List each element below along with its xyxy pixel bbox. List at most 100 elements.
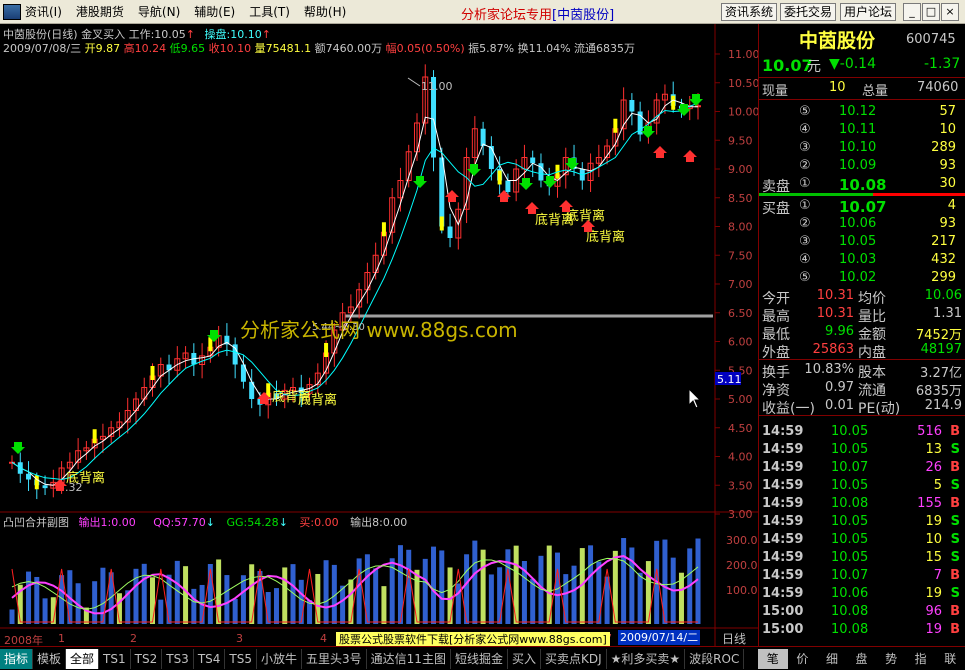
quote-tab[interactable]: 笔: [758, 648, 788, 669]
stat-label: 内盘: [858, 345, 886, 361]
indicator-tab[interactable]: 全部: [66, 648, 100, 669]
menu-item-hk-futures[interactable]: 港股期货: [76, 3, 124, 20]
stat-label: PE(动): [858, 401, 901, 417]
volume-bar: [298, 579, 304, 624]
ask-level: ③: [799, 140, 811, 155]
forum-button[interactable]: 用户论坛: [840, 3, 897, 21]
promo-link[interactable]: 股票公式股票软件下载[分析家公式网www.88gs.com]: [336, 632, 610, 647]
menu-item-assist[interactable]: 辅助(E): [194, 3, 235, 20]
indicator-tab[interactable]: 五里头3号: [302, 648, 367, 669]
sub-output8: 输出8:0.00: [350, 516, 408, 529]
tick-vol: 516: [917, 424, 942, 439]
tick-vol: 7: [933, 568, 942, 583]
volume-bar: [249, 564, 255, 624]
stock-name: 中茵股份: [799, 30, 876, 52]
chart-volume: 量75481.1: [254, 42, 312, 55]
indicator-tab[interactable]: 买入: [508, 648, 541, 669]
volume-bar: [447, 567, 453, 624]
tick-time: 14:59: [762, 442, 804, 457]
bid-row[interactable]: ⑤ 10.02 299: [759, 270, 965, 288]
indicator-tab[interactable]: 波段ROC: [685, 648, 745, 669]
quote-tab[interactable]: 势: [876, 649, 906, 669]
period-label[interactable]: 日线: [722, 630, 746, 647]
menu-item-navigate[interactable]: 导航(N): [138, 3, 180, 20]
indicator-tab[interactable]: 小放牛: [257, 648, 303, 669]
indicator-tab[interactable]: TS5: [225, 648, 258, 669]
tick-time: 14:59: [762, 514, 804, 529]
volume-bar: [315, 573, 321, 624]
bid-row[interactable]: ④ 10.03 432: [759, 252, 965, 270]
bid-row[interactable]: 买盘 ① 10.07 4: [759, 198, 965, 217]
menu-item-tools[interactable]: 工具(T): [249, 3, 290, 20]
sub-chart-header: 凸凹合并副图 输出1:0.00 QQ:57.70↓ GG:54.28↓ 买:0.…: [3, 514, 407, 530]
price-tick-label: 3.50: [728, 479, 753, 492]
trade-button[interactable]: 委托交易: [780, 3, 837, 21]
ask-row[interactable]: 卖盘 ① 10.08 30: [759, 176, 965, 195]
tick-time: 14:59: [762, 586, 804, 601]
indicator-tab[interactable]: 模板: [33, 648, 67, 669]
candle-body: [480, 128, 486, 146]
tick-vol: 155: [917, 496, 942, 511]
maximize-button[interactable]: □: [922, 3, 940, 21]
volume-bar: [406, 549, 412, 624]
volume-bar: [207, 563, 213, 624]
stat-value: 10.83%: [804, 362, 854, 377]
quote-tab[interactable]: 细: [817, 649, 847, 669]
tick-row: 14:59 10.05 516 B: [759, 424, 965, 442]
indicator-tab[interactable]: ★利多买卖★: [607, 648, 686, 669]
volume-bar: [273, 588, 279, 624]
indicator-tab[interactable]: TS4: [194, 648, 226, 669]
price-tick-label: 9.50: [728, 134, 753, 147]
indicator-tab[interactable]: TS2: [131, 648, 163, 669]
quote-tab[interactable]: 指: [906, 649, 936, 669]
menu-item-help[interactable]: 帮助(H): [304, 3, 346, 20]
volume-bar: [9, 609, 15, 624]
date-label-2: 2: [130, 632, 137, 645]
price-change-pct: -1.37: [924, 56, 961, 72]
sell-arrow-icon: [653, 146, 667, 158]
stat-row: 外盘 25863 内盘 48197: [759, 342, 965, 361]
chart-range: 幅0.05(0.50%): [385, 42, 465, 55]
stat-value: 10.06: [924, 288, 962, 303]
indicator-tab[interactable]: 指标: [0, 648, 34, 669]
tick-side: B: [950, 424, 960, 439]
bid-row[interactable]: ② 10.06 93: [759, 216, 965, 234]
ask-row[interactable]: ③ 10.10 289: [759, 140, 965, 158]
bid-row[interactable]: ③ 10.05 217: [759, 234, 965, 252]
volume-bar: [645, 561, 651, 624]
now-vol: 10: [829, 80, 846, 95]
current-price: 10.07: [762, 56, 813, 75]
close-button[interactable]: ×: [941, 3, 959, 21]
info-system-button[interactable]: 资讯系统: [721, 3, 778, 21]
quote-tab[interactable]: 价: [788, 649, 818, 669]
minimize-button[interactable]: _: [903, 3, 921, 21]
indicator-tab[interactable]: 买卖点KDJ: [541, 648, 607, 669]
indicator-tab[interactable]: 短线掘金: [451, 648, 508, 669]
volume-bar: [472, 540, 478, 624]
quote-tab[interactable]: 盘: [847, 649, 877, 669]
indicator-tab[interactable]: 通达信11主图: [367, 648, 451, 669]
quote-tab[interactable]: 联: [935, 649, 965, 669]
candle-highlight: [671, 95, 676, 110]
date-label-1: 1: [58, 632, 65, 645]
tick-price: 10.07: [831, 568, 869, 583]
indicator-tab[interactable]: TS3: [162, 648, 194, 669]
bid-vol: 217: [931, 234, 956, 249]
ask-row[interactable]: ② 10.09 93: [759, 158, 965, 176]
title-prefix: 分析家论坛专用: [461, 8, 553, 23]
price-tick-label: 4.00: [728, 451, 753, 464]
menu-item-info[interactable]: 资讯(I): [25, 3, 62, 20]
ask-row[interactable]: ⑤ 10.12 57: [759, 104, 965, 122]
ask-row[interactable]: ④ 10.11 10: [759, 122, 965, 140]
stat-value: 0.01: [825, 398, 854, 413]
date-label-4: 4: [320, 632, 327, 645]
price-tick-label: 10.00: [728, 106, 758, 119]
indicator-tab[interactable]: TS1: [99, 648, 131, 669]
volume-bar: [422, 558, 428, 624]
candle-highlight: [497, 170, 502, 185]
ask-vol: 93: [939, 158, 956, 173]
price-tick-label: 6.50: [728, 307, 753, 320]
candle-body: [530, 157, 536, 164]
tick-side: B: [950, 496, 960, 511]
tick-side: S: [950, 532, 960, 547]
